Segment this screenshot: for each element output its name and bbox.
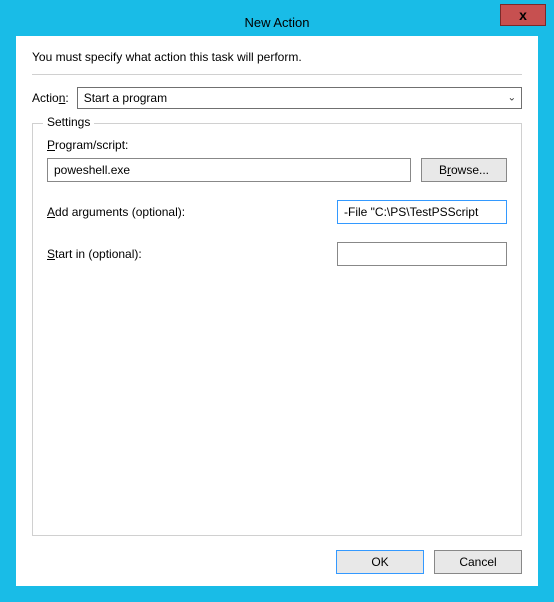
settings-fieldset: Settings Program/script: Browse... Add a… (32, 123, 522, 536)
intro-text: You must specify what action this task w… (32, 50, 522, 64)
action-label-pre: Actio (32, 91, 59, 105)
button-row: OK Cancel (32, 550, 522, 574)
action-label: Action: (32, 91, 69, 105)
arguments-row: Add arguments (optional): (47, 200, 507, 224)
close-button[interactable]: x (500, 4, 546, 26)
program-label-mnemonic: P (47, 138, 55, 152)
window-title: New Action (244, 15, 309, 30)
startin-label-mnemonic: S (47, 247, 55, 261)
ok-button[interactable]: OK (336, 550, 424, 574)
browse-pre: B (439, 163, 447, 177)
cancel-button[interactable]: Cancel (434, 550, 522, 574)
arguments-label: Add arguments (optional): (47, 205, 185, 219)
action-label-post: : (65, 91, 68, 105)
browse-post: owse... (451, 163, 489, 177)
settings-legend: Settings (43, 115, 94, 129)
program-row: Browse... (47, 158, 507, 182)
program-input[interactable] (47, 158, 411, 182)
divider (32, 74, 522, 75)
dialog-body: You must specify what action this task w… (16, 36, 538, 586)
arguments-input[interactable] (337, 200, 507, 224)
arguments-label-mnemonic: A (47, 205, 55, 219)
action-select[interactable]: Start a program (77, 87, 522, 109)
close-icon: x (519, 7, 527, 23)
program-label-text: rogram/script: (55, 138, 128, 152)
startin-input[interactable] (337, 242, 507, 266)
window-border: New Action x You must specify what actio… (0, 0, 554, 602)
startin-row: Start in (optional): (47, 242, 507, 266)
program-label: Program/script: (47, 138, 507, 152)
startin-label-text: tart in (optional): (55, 247, 142, 261)
startin-label: Start in (optional): (47, 247, 142, 261)
titlebar: New Action x (8, 8, 546, 36)
action-select-wrapper: Start a program ⌄ (77, 87, 522, 109)
browse-button[interactable]: Browse... (421, 158, 507, 182)
action-row: Action: Start a program ⌄ (32, 87, 522, 109)
arguments-label-text: dd arguments (optional): (55, 205, 185, 219)
